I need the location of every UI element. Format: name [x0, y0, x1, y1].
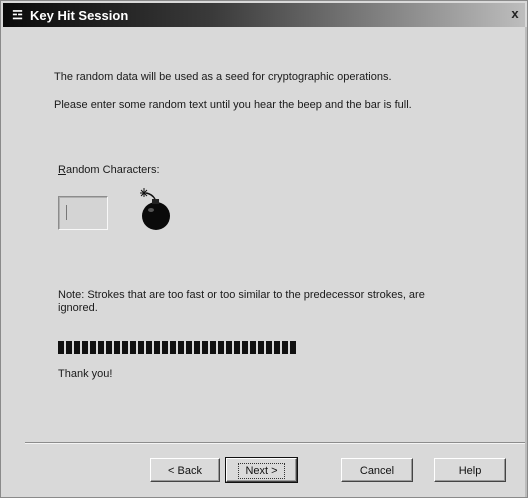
progress-segment	[186, 341, 192, 354]
progress-segment	[130, 341, 136, 354]
progress-segment	[154, 341, 160, 354]
progress-segment	[122, 341, 128, 354]
progress-segment	[82, 341, 88, 354]
progress-segment	[162, 341, 168, 354]
cancel-button[interactable]: Cancel	[341, 458, 413, 482]
progress-segment	[226, 341, 232, 354]
window-right-edge	[525, 27, 527, 497]
progress-segment	[258, 341, 264, 354]
key-tree-icon: ☲	[12, 8, 23, 22]
progress-segment	[218, 341, 224, 354]
entropy-progress-bar	[58, 341, 298, 354]
progress-segment	[106, 341, 112, 354]
window-title: Key Hit Session	[30, 8, 129, 23]
progress-segment	[138, 341, 144, 354]
progress-segment	[146, 341, 152, 354]
progress-segment	[210, 341, 216, 354]
progress-segment	[98, 341, 104, 354]
random-characters-input[interactable]	[58, 196, 108, 230]
progress-segment	[242, 341, 248, 354]
progress-segment	[66, 341, 72, 354]
progress-segment	[58, 341, 64, 354]
help-button[interactable]: Help	[434, 458, 506, 482]
thank-you-text: Thank you!	[58, 368, 113, 380]
random-characters-label: Random Characters:	[58, 164, 160, 177]
title-bar[interactable]: ☲ Key Hit Session x	[3, 3, 525, 27]
button-separator	[25, 442, 525, 444]
progress-segment	[282, 341, 288, 354]
progress-segment	[114, 341, 120, 354]
progress-segment	[266, 341, 272, 354]
strokes-note: Note: Strokes that are too fast or too s…	[58, 289, 425, 314]
progress-segment	[90, 341, 96, 354]
progress-segment	[170, 341, 176, 354]
progress-segment	[74, 341, 80, 354]
instruction-text: Please enter some random text until you …	[54, 99, 412, 111]
back-button[interactable]: < Back	[150, 458, 220, 482]
progress-segment	[250, 341, 256, 354]
label-accelerator: R	[58, 164, 66, 176]
close-button[interactable]: x	[508, 7, 522, 21]
seed-description: The random data will be used as a seed f…	[54, 71, 392, 83]
bomb-icon	[140, 188, 170, 230]
next-button-label: Next >	[238, 463, 285, 479]
progress-segment	[234, 341, 240, 354]
text-caret	[66, 205, 67, 220]
progress-segment	[290, 341, 296, 354]
progress-segment	[202, 341, 208, 354]
next-button[interactable]: Next >	[225, 457, 298, 483]
progress-segment	[178, 341, 184, 354]
progress-segment	[194, 341, 200, 354]
progress-segment	[274, 341, 280, 354]
label-text: andom Characters:	[65, 164, 160, 176]
key-hit-session-window: ☲ Key Hit Session x The random data will…	[0, 0, 528, 498]
